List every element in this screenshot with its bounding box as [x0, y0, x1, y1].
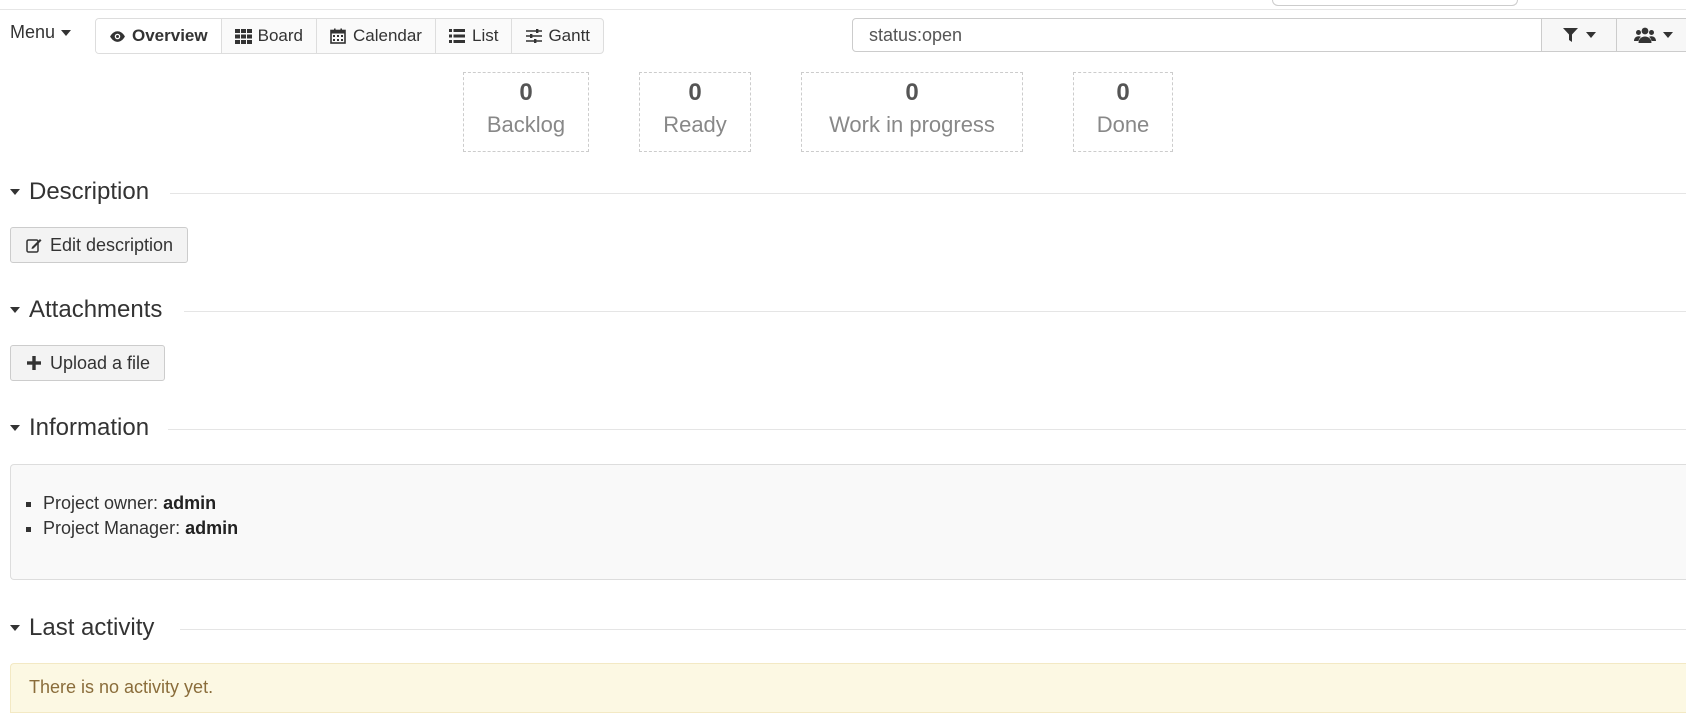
edit-description-button[interactable]: Edit description — [10, 227, 189, 263]
view-overview[interactable]: Overview — [96, 19, 222, 53]
view-gantt[interactable]: Gantt — [512, 19, 603, 53]
column-count: 0 — [519, 79, 533, 106]
top-border — [0, 0, 1686, 10]
section-information-title: Information — [29, 414, 150, 441]
caret-down-icon — [10, 307, 20, 313]
caret-down-icon — [1586, 32, 1596, 38]
view-calendar[interactable]: Calendar — [317, 19, 436, 53]
section-divider — [184, 311, 1686, 312]
section-activity-title: Last activity — [29, 614, 155, 641]
plus-icon — [25, 355, 42, 372]
caret-down-icon — [1662, 32, 1673, 38]
calendar-icon — [330, 28, 347, 45]
information-panel: Project owner: admin Project Manager: ad… — [10, 464, 1686, 580]
information-list: Project owner: admin Project Manager: ad… — [11, 493, 1686, 539]
column-summary-work-in-progress: 0 Work in progress — [801, 72, 1023, 152]
no-activity-alert: There is no activity yet. — [10, 663, 1686, 713]
section-divider — [170, 193, 1686, 194]
column-summary-done: 0 Done — [1073, 72, 1173, 152]
view-list-label: List — [471, 26, 499, 45]
section-information-toggle[interactable]: Information — [10, 414, 149, 442]
caret-down-icon — [10, 625, 20, 631]
view-board-label: Board — [257, 26, 303, 45]
list-icon — [449, 28, 466, 45]
edit-icon — [25, 237, 42, 254]
column-count: 0 — [688, 79, 702, 106]
list-item: Project owner: admin — [43, 493, 1686, 514]
caret-down-icon — [10, 189, 20, 195]
menu-label: Menu — [10, 22, 56, 42]
menu-dropdown[interactable]: Menu — [10, 22, 72, 43]
info-label: Project owner: — [43, 493, 159, 513]
view-list[interactable]: List — [436, 19, 513, 53]
sliders-icon — [525, 28, 542, 45]
list-item: Project Manager: admin — [43, 518, 1686, 539]
column-count: 0 — [1116, 79, 1130, 106]
header-tab-remnant — [1272, 0, 1518, 6]
view-overview-label: Overview — [132, 26, 208, 45]
section-attachments-toggle[interactable]: Attachments — [10, 296, 162, 324]
section-divider — [168, 429, 1686, 430]
column-label: Work in progress — [829, 112, 995, 137]
column-label: Done — [1096, 112, 1150, 137]
view-board[interactable]: Board — [222, 19, 317, 53]
upload-file-label: Upload a file — [50, 352, 151, 373]
users-dropdown-button[interactable] — [1616, 18, 1686, 52]
caret-down-icon — [61, 29, 72, 36]
section-divider — [180, 629, 1686, 630]
view-switcher: Overview Board Calendar List Gantt — [95, 18, 605, 54]
view-gantt-label: Gantt — [548, 26, 591, 45]
caret-down-icon — [10, 425, 20, 431]
column-summary-backlog: 0 Backlog — [463, 72, 589, 152]
board-grid-icon — [234, 28, 252, 45]
section-attachments-title: Attachments — [29, 296, 163, 323]
info-value: admin — [163, 493, 217, 513]
info-label: Project Manager: — [43, 518, 181, 538]
users-icon — [1633, 27, 1656, 44]
filter-dropdown-button[interactable] — [1541, 18, 1617, 52]
column-count: 0 — [905, 79, 919, 106]
filter-icon — [1562, 27, 1579, 44]
column-summary-ready: 0 Ready — [639, 72, 751, 152]
upload-file-button[interactable]: Upload a file — [10, 345, 166, 381]
section-activity-toggle[interactable]: Last activity — [10, 614, 154, 642]
section-description-title: Description — [29, 178, 150, 205]
info-value: admin — [185, 518, 239, 538]
edit-description-label: Edit description — [50, 234, 174, 255]
search-input[interactable] — [852, 18, 1542, 52]
eye-icon — [109, 28, 126, 45]
section-description-toggle[interactable]: Description — [10, 178, 149, 206]
column-label: Backlog — [486, 112, 566, 137]
column-label: Ready — [663, 112, 727, 137]
view-calendar-label: Calendar — [352, 26, 422, 45]
